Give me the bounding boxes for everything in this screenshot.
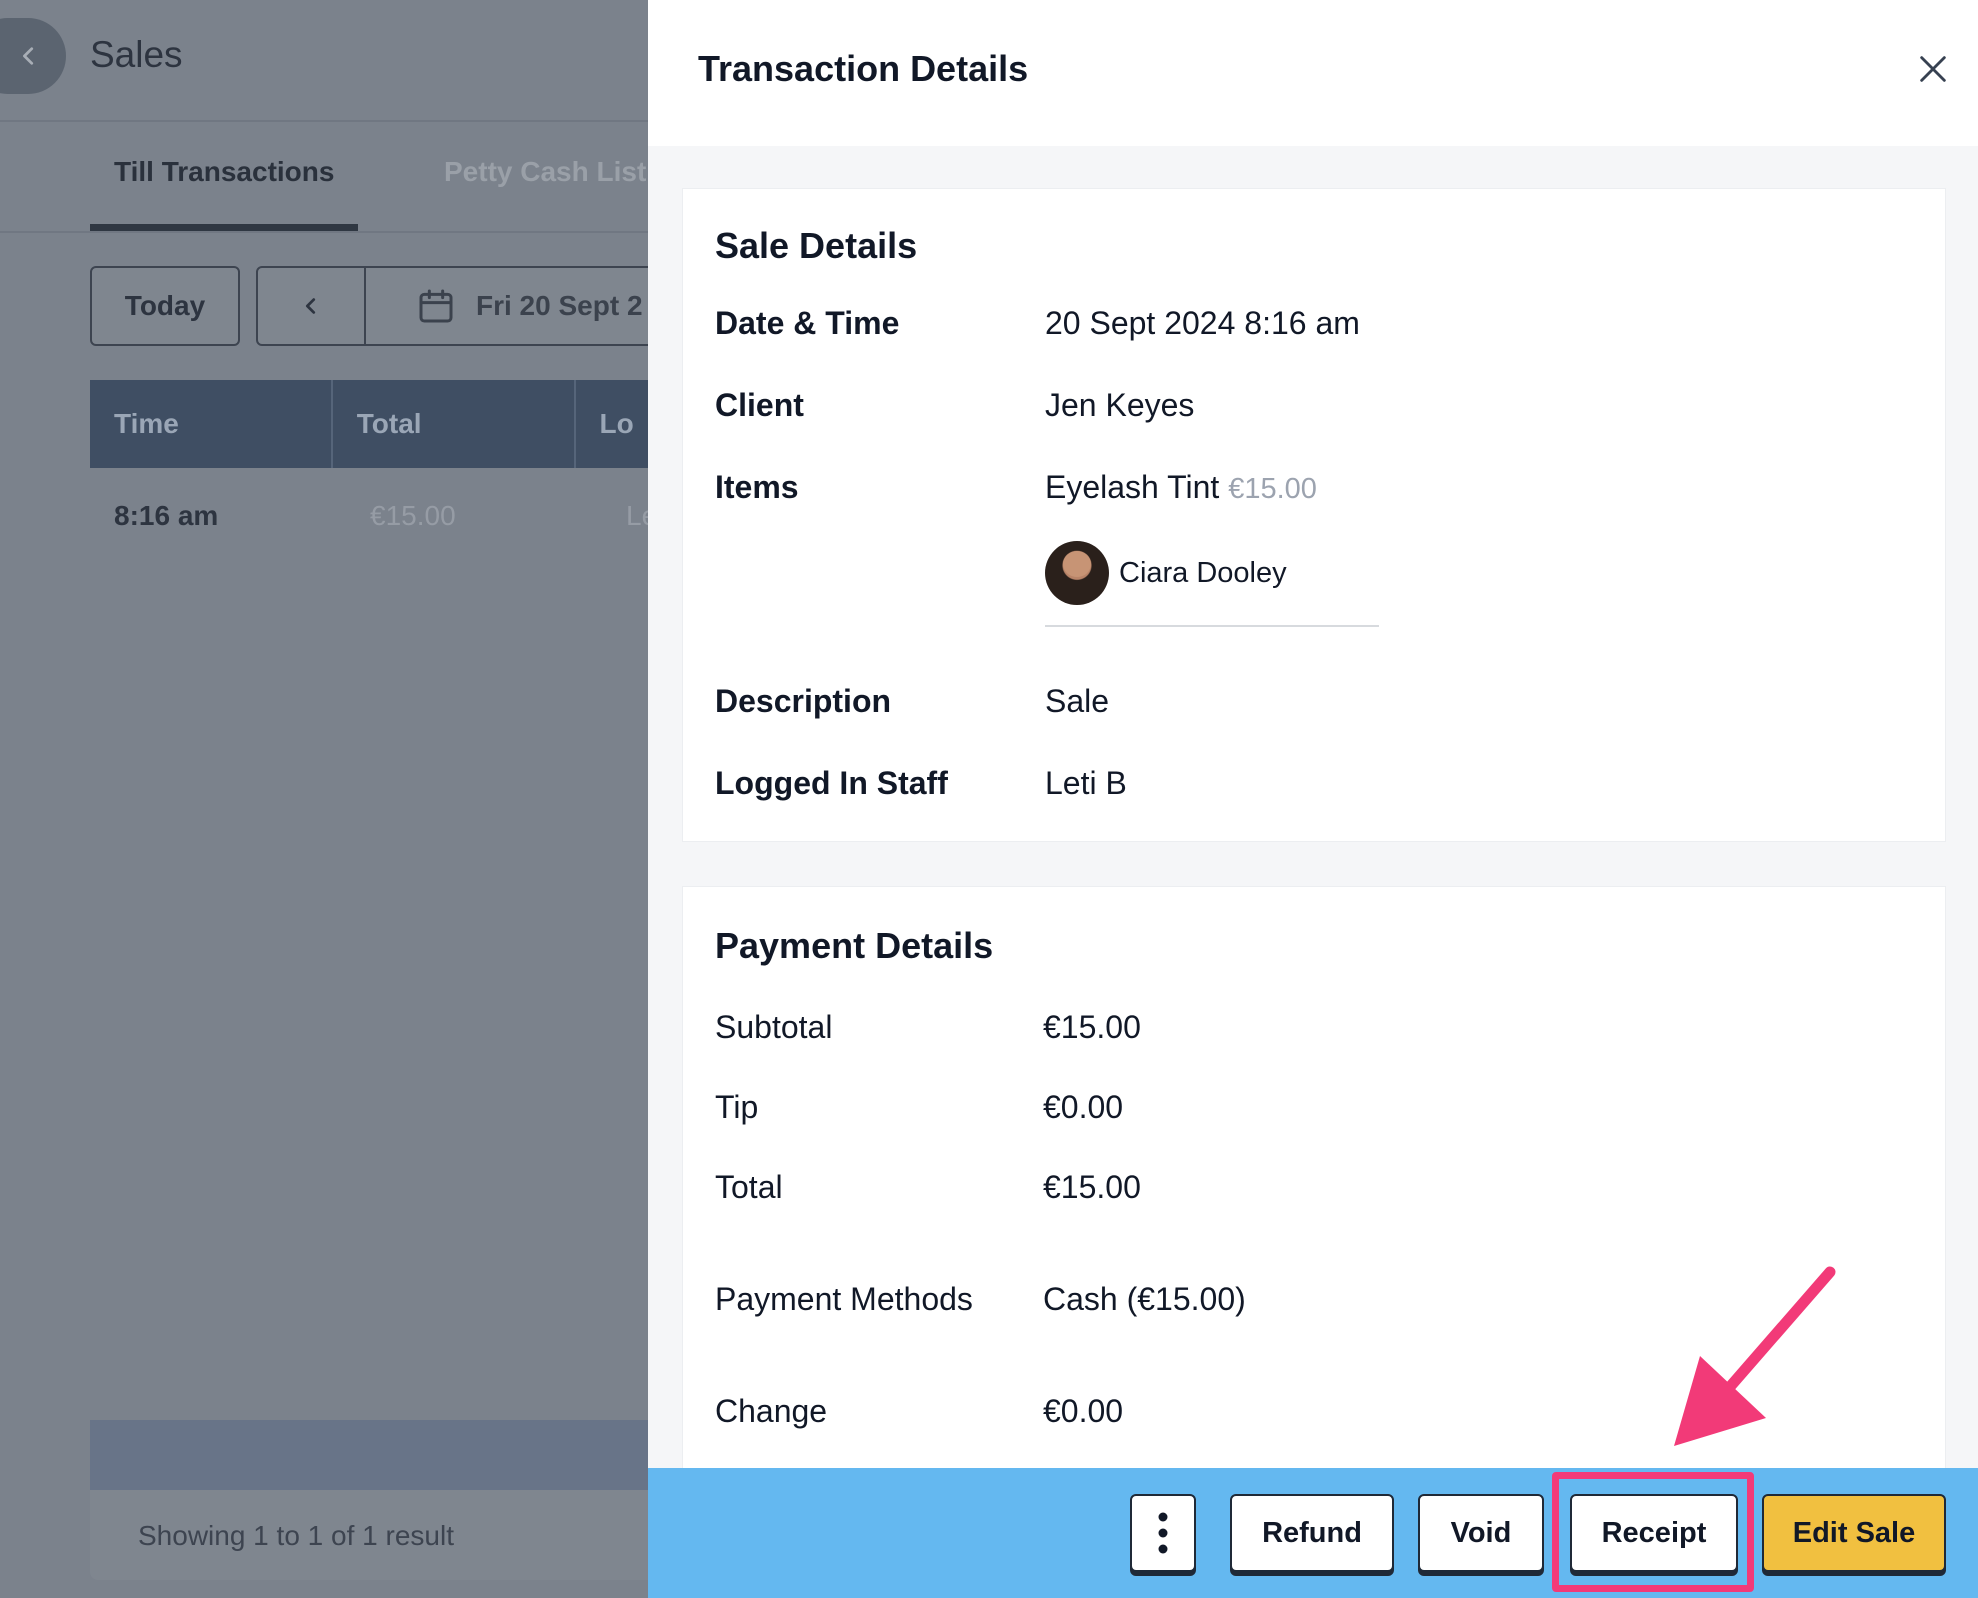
total-label: Total	[715, 1169, 783, 1205]
items-divider	[1045, 625, 1379, 627]
pagination-summary: Showing 1 to 1 of 1 result	[138, 1520, 454, 1551]
item-price: €15.00	[1228, 473, 1317, 505]
column-header-time[interactable]: Time	[90, 380, 333, 468]
tab-till-transactions[interactable]: Till Transactions	[114, 156, 334, 188]
back-button[interactable]	[0, 18, 66, 94]
date-picker[interactable]: Fri 20 Sept 2	[366, 268, 674, 344]
avatar	[1045, 541, 1109, 605]
panel-title: Transaction Details	[698, 48, 1029, 89]
items-label: Items	[715, 469, 799, 505]
payment-methods-label: Payment Methods	[715, 1281, 973, 1317]
sale-details-card: Sale Details Date & Time 20 Sept 2024 8:…	[682, 188, 1946, 842]
page-title: Sales	[90, 34, 183, 75]
tabs-divider	[0, 231, 660, 233]
more-vertical-icon	[1158, 1512, 1168, 1554]
logged-in-staff-label: Logged In Staff	[715, 765, 948, 801]
item-staff-chip: Ciara Dooley	[1045, 541, 1287, 605]
client-label: Client	[715, 387, 804, 423]
transactions-table-header: Time Total Lo	[90, 380, 690, 468]
tip-value: €0.00	[1043, 1089, 1124, 1125]
item-line: Eyelash Tint €15.00	[1045, 469, 1317, 506]
tip-label: Tip	[715, 1089, 759, 1125]
table-footer-band	[90, 1420, 690, 1490]
description-label: Description	[715, 683, 892, 719]
refund-button[interactable]: Refund	[1230, 1494, 1394, 1572]
cell-total: €15.00	[370, 500, 456, 531]
action-bar: Refund Void Receipt Edit Sale	[648, 1468, 1978, 1598]
calendar-icon	[419, 289, 453, 323]
subtotal-label: Subtotal	[715, 1009, 833, 1045]
header-divider	[0, 120, 660, 122]
table-row[interactable]: 8:16 am €15.00 Le	[90, 468, 690, 564]
payment-methods-value: Cash (€15.00)	[1043, 1281, 1246, 1317]
today-button[interactable]: Today	[90, 266, 240, 346]
item-staff-name: Ciara Dooley	[1119, 556, 1287, 589]
subtotal-value: €15.00	[1043, 1009, 1141, 1045]
logged-in-staff-value: Leti B	[1045, 765, 1127, 801]
date-time-label: Date & Time	[715, 305, 900, 341]
date-time-value: 20 Sept 2024 8:16 am	[1045, 305, 1360, 341]
close-icon	[1920, 56, 1946, 82]
cell-time: 8:16 am	[114, 500, 219, 531]
sale-details-title: Sale Details	[715, 225, 918, 266]
change-label: Change	[715, 1393, 828, 1429]
total-value: €15.00	[1043, 1169, 1141, 1205]
date-navigator: Fri 20 Sept 2	[256, 266, 676, 346]
chevron-left-icon	[23, 47, 34, 65]
active-tab-indicator	[90, 224, 358, 231]
payment-details-title: Payment Details	[715, 925, 994, 966]
edit-sale-button[interactable]: Edit Sale	[1762, 1494, 1946, 1572]
change-value: €0.00	[1043, 1393, 1124, 1429]
receipt-button[interactable]: Receipt	[1570, 1494, 1738, 1572]
more-actions-button[interactable]	[1130, 1494, 1196, 1572]
previous-day-button[interactable]	[258, 268, 366, 344]
chevron-left-icon	[305, 298, 316, 314]
description-value: Sale	[1045, 683, 1110, 719]
tab-petty-cash-list[interactable]: Petty Cash List	[444, 156, 646, 188]
close-button[interactable]	[1910, 46, 1956, 92]
panel-header: Transaction Details	[648, 0, 1978, 146]
date-label: Fri 20 Sept 2	[476, 290, 643, 321]
arrow-icon	[1674, 1266, 1836, 1446]
client-value[interactable]: Jen Keyes	[1045, 387, 1194, 424]
item-name: Eyelash Tint	[1045, 469, 1220, 505]
column-header-total[interactable]: Total	[333, 380, 576, 468]
void-button[interactable]: Void	[1418, 1494, 1544, 1572]
